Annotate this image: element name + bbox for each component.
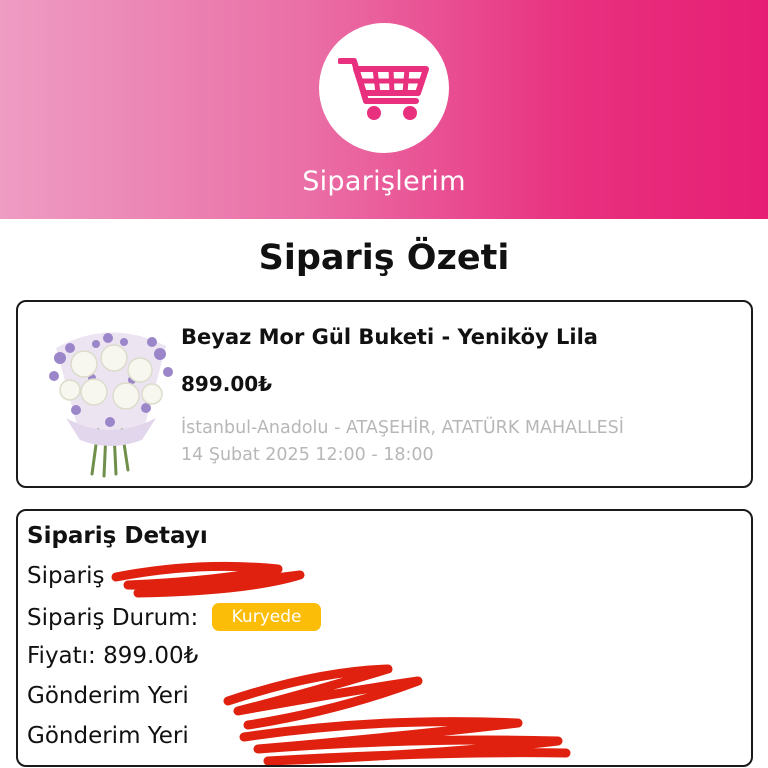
delivery-address-label-2: Gönderim Yeri <box>27 723 189 749</box>
order-number-row: Sipariş <box>27 563 105 589</box>
order-status-label: Sipariş Durum: <box>27 605 199 631</box>
page-title: Sipariş Özeti <box>258 238 510 278</box>
order-detail-title: Sipariş Detayı <box>27 523 208 549</box>
order-price-line: Fiyatı: 899.00₺ <box>27 643 199 669</box>
shopping-cart-icon <box>338 58 429 120</box>
product-image <box>49 332 173 478</box>
header-banner: Siparişlerim <box>0 0 768 219</box>
header-title: Siparişlerim <box>302 166 466 197</box>
product-card[interactable]: Beyaz Mor Gül Buketi - Yeniköy Lila 899.… <box>16 300 753 488</box>
product-price: 899.00₺ <box>181 372 273 396</box>
cart-badge <box>319 23 449 153</box>
order-price-row: Fiyatı: 899.00₺ <box>27 643 198 669</box>
order-detail-card: Sipariş Detayı Sipariş Sipariş Durum: Ku… <box>16 509 753 767</box>
status-badge: Kuryede <box>211 603 322 631</box>
delivery-address-row-1: Gönderim Yeri <box>27 683 189 709</box>
delivery-date: 14 Şubat 2025 12:00 - 18:00 <box>181 445 434 465</box>
delivery-address-label-1: Gönderim Yeri <box>27 683 189 709</box>
order-status-row: Sipariş Durum: Kuryede <box>27 603 322 631</box>
product-name: Beyaz Mor Gül Buketi - Yeniköy Lila <box>181 325 598 349</box>
delivery-location: İstanbul-Anadolu - ATAŞEHİR, ATATÜRK MAH… <box>181 418 624 438</box>
order-number-label: Sipariş <box>27 563 105 589</box>
delivery-address-row-2: Gönderim Yeri <box>27 723 189 749</box>
